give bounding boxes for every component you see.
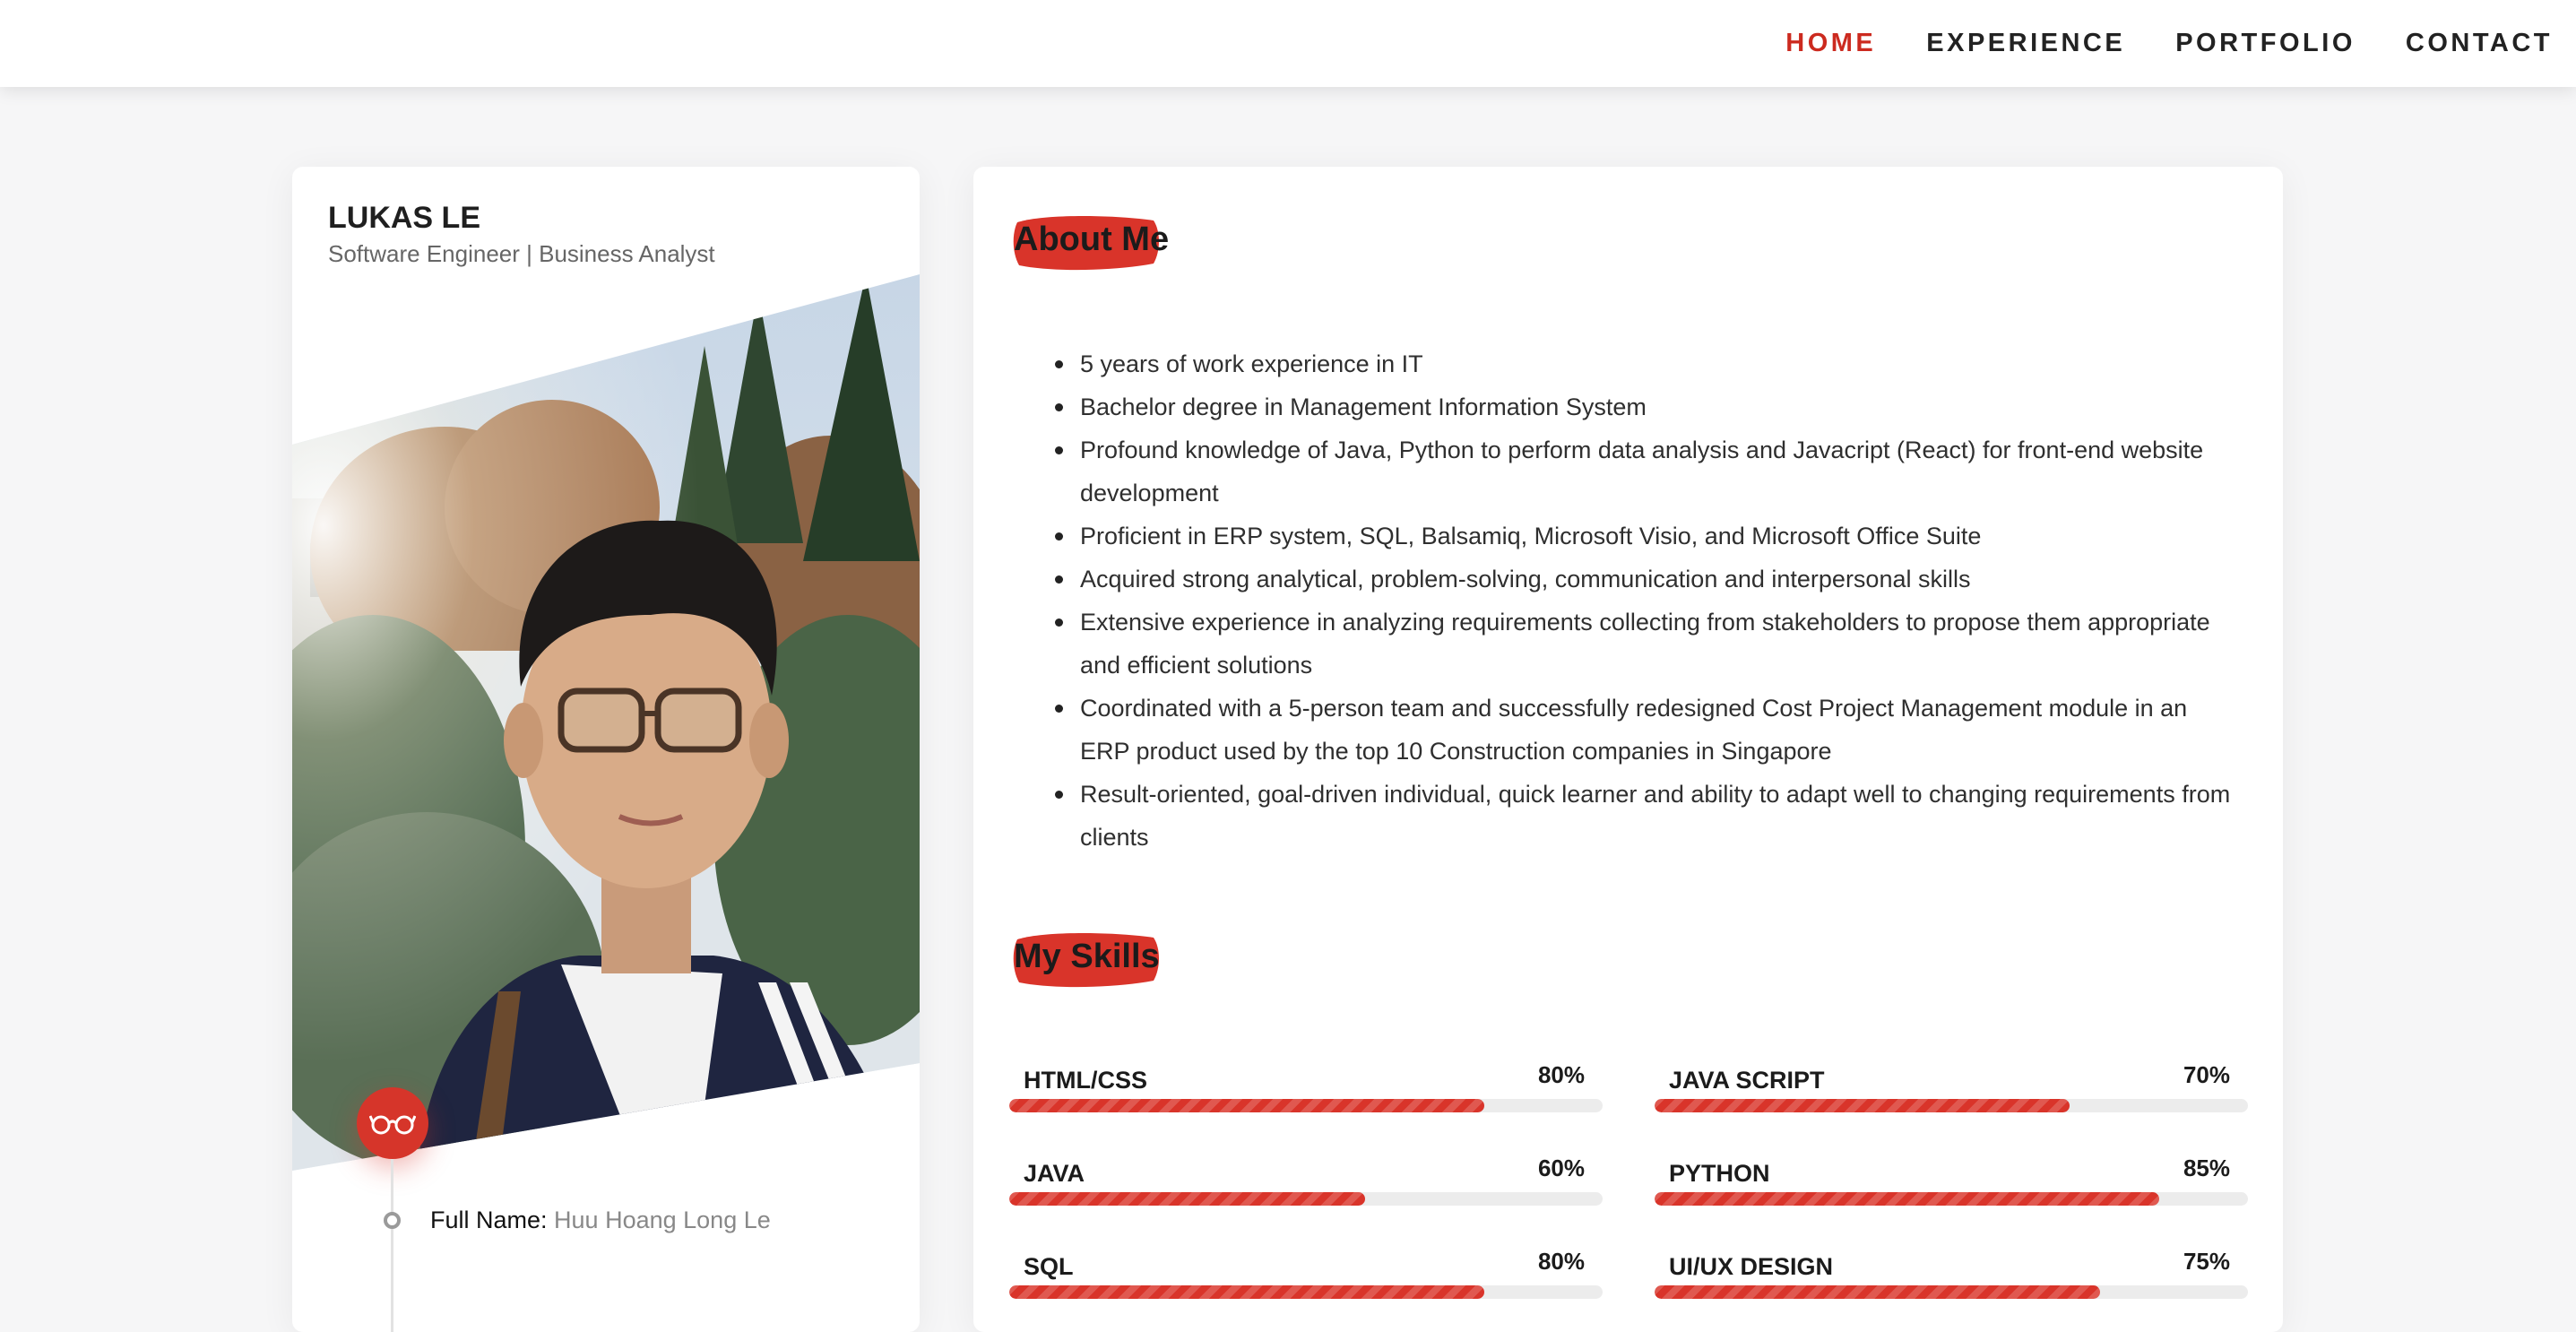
skill-ui-ux-design: UI/UX DESIGN 75%	[1655, 1248, 2248, 1312]
skill-percent: 85%	[2183, 1155, 2230, 1181]
full-name-label: Full Name:	[430, 1207, 548, 1233]
nav-contact-link[interactable]: CONTACT	[2406, 29, 2553, 57]
skill-progress-fill	[1009, 1285, 1484, 1299]
about-me-list: 5 years of work experience in IT Bachelo…	[1055, 342, 2236, 859]
skill-progress-track	[1009, 1099, 1603, 1112]
skill-progress-fill	[1655, 1099, 2070, 1112]
skill-sql: SQL 80%	[1009, 1248, 1603, 1312]
skill-percent: 80%	[1537, 1248, 1585, 1275]
skill-python: PYTHON 85%	[1655, 1155, 2248, 1219]
skill-progress-fill	[1009, 1099, 1484, 1112]
skill-percent: 80%	[1537, 1061, 1585, 1088]
skill-name: JAVA SCRIPT	[1669, 1067, 1825, 1094]
my-skills-heading: My Skills	[1013, 933, 1160, 988]
skill-progress-track	[1009, 1192, 1603, 1206]
list-item: Extensive experience in analyzing requir…	[1055, 601, 2236, 687]
skill-name: UI/UX DESIGN	[1669, 1253, 1834, 1280]
skill-progress-fill	[1655, 1192, 2159, 1206]
my-skills-title: My Skills	[1014, 938, 1160, 975]
profile-name: LUKAS LE	[328, 201, 480, 235]
list-item: Acquired strong analytical, problem-solv…	[1055, 558, 2236, 601]
skill-percent: 70%	[2183, 1061, 2230, 1088]
skill-name: PYTHON	[1669, 1160, 1770, 1187]
skill-percent: 60%	[1537, 1155, 1585, 1181]
list-item: Coordinated with a 5-person team and suc…	[1055, 687, 2236, 773]
list-item: Proficient in ERP system, SQL, Balsamiq,…	[1055, 515, 2236, 558]
skill-progress-track	[1009, 1285, 1603, 1299]
profile-role: Software Engineer | Business Analyst	[328, 240, 715, 267]
info-full-name: Full Name: Huu Hoang Long Le	[430, 1207, 771, 1234]
timeline-dot	[384, 1212, 401, 1229]
skill-name: JAVA	[1024, 1160, 1085, 1187]
top-navigation: HOME EXPERIENCE PORTFOLIO CONTACT	[0, 0, 2576, 87]
glasses-icon	[357, 1087, 428, 1159]
skill-percent: 75%	[2183, 1248, 2230, 1275]
nav-home-link[interactable]: HOME	[1785, 29, 1876, 57]
nav-menu: HOME EXPERIENCE PORTFOLIO CONTACT	[1735, 0, 2553, 87]
list-item: Profound knowledge of Java, Python to pe…	[1055, 428, 2236, 515]
skill-progress-track	[1655, 1099, 2248, 1112]
timeline-line	[391, 1159, 393, 1332]
profile-photo-illustration	[292, 274, 920, 1171]
profile-card: LUKAS LE Software Engineer | Business An…	[292, 167, 920, 1332]
about-me-title: About Me	[1014, 221, 1170, 258]
nav-experience-link[interactable]: EXPERIENCE	[1926, 29, 2125, 57]
skill-html-css: HTML/CSS 80%	[1009, 1061, 1603, 1126]
skill-progress-fill	[1009, 1192, 1366, 1206]
list-item: Result-oriented, goal-driven individual,…	[1055, 773, 2236, 859]
skill-progress-fill	[1655, 1285, 2100, 1299]
skill-java-script: JAVA SCRIPT 70%	[1655, 1061, 2248, 1126]
about-me-heading: About Me	[1013, 216, 1170, 271]
list-item: Bachelor degree in Management Informatio…	[1055, 385, 2236, 428]
skill-java: JAVA 60%	[1009, 1155, 1603, 1219]
full-name-value: Huu Hoang Long Le	[554, 1207, 771, 1233]
skill-name: SQL	[1024, 1253, 1074, 1280]
nav-portfolio-link[interactable]: PORTFOLIO	[2175, 29, 2356, 57]
skill-name: HTML/CSS	[1024, 1067, 1147, 1094]
skill-progress-track	[1655, 1285, 2248, 1299]
profile-photo	[292, 274, 920, 1171]
skill-progress-track	[1655, 1192, 2248, 1206]
main-card: About Me 5 years of work experience in I…	[973, 167, 2283, 1332]
list-item: 5 years of work experience in IT	[1055, 342, 2236, 385]
